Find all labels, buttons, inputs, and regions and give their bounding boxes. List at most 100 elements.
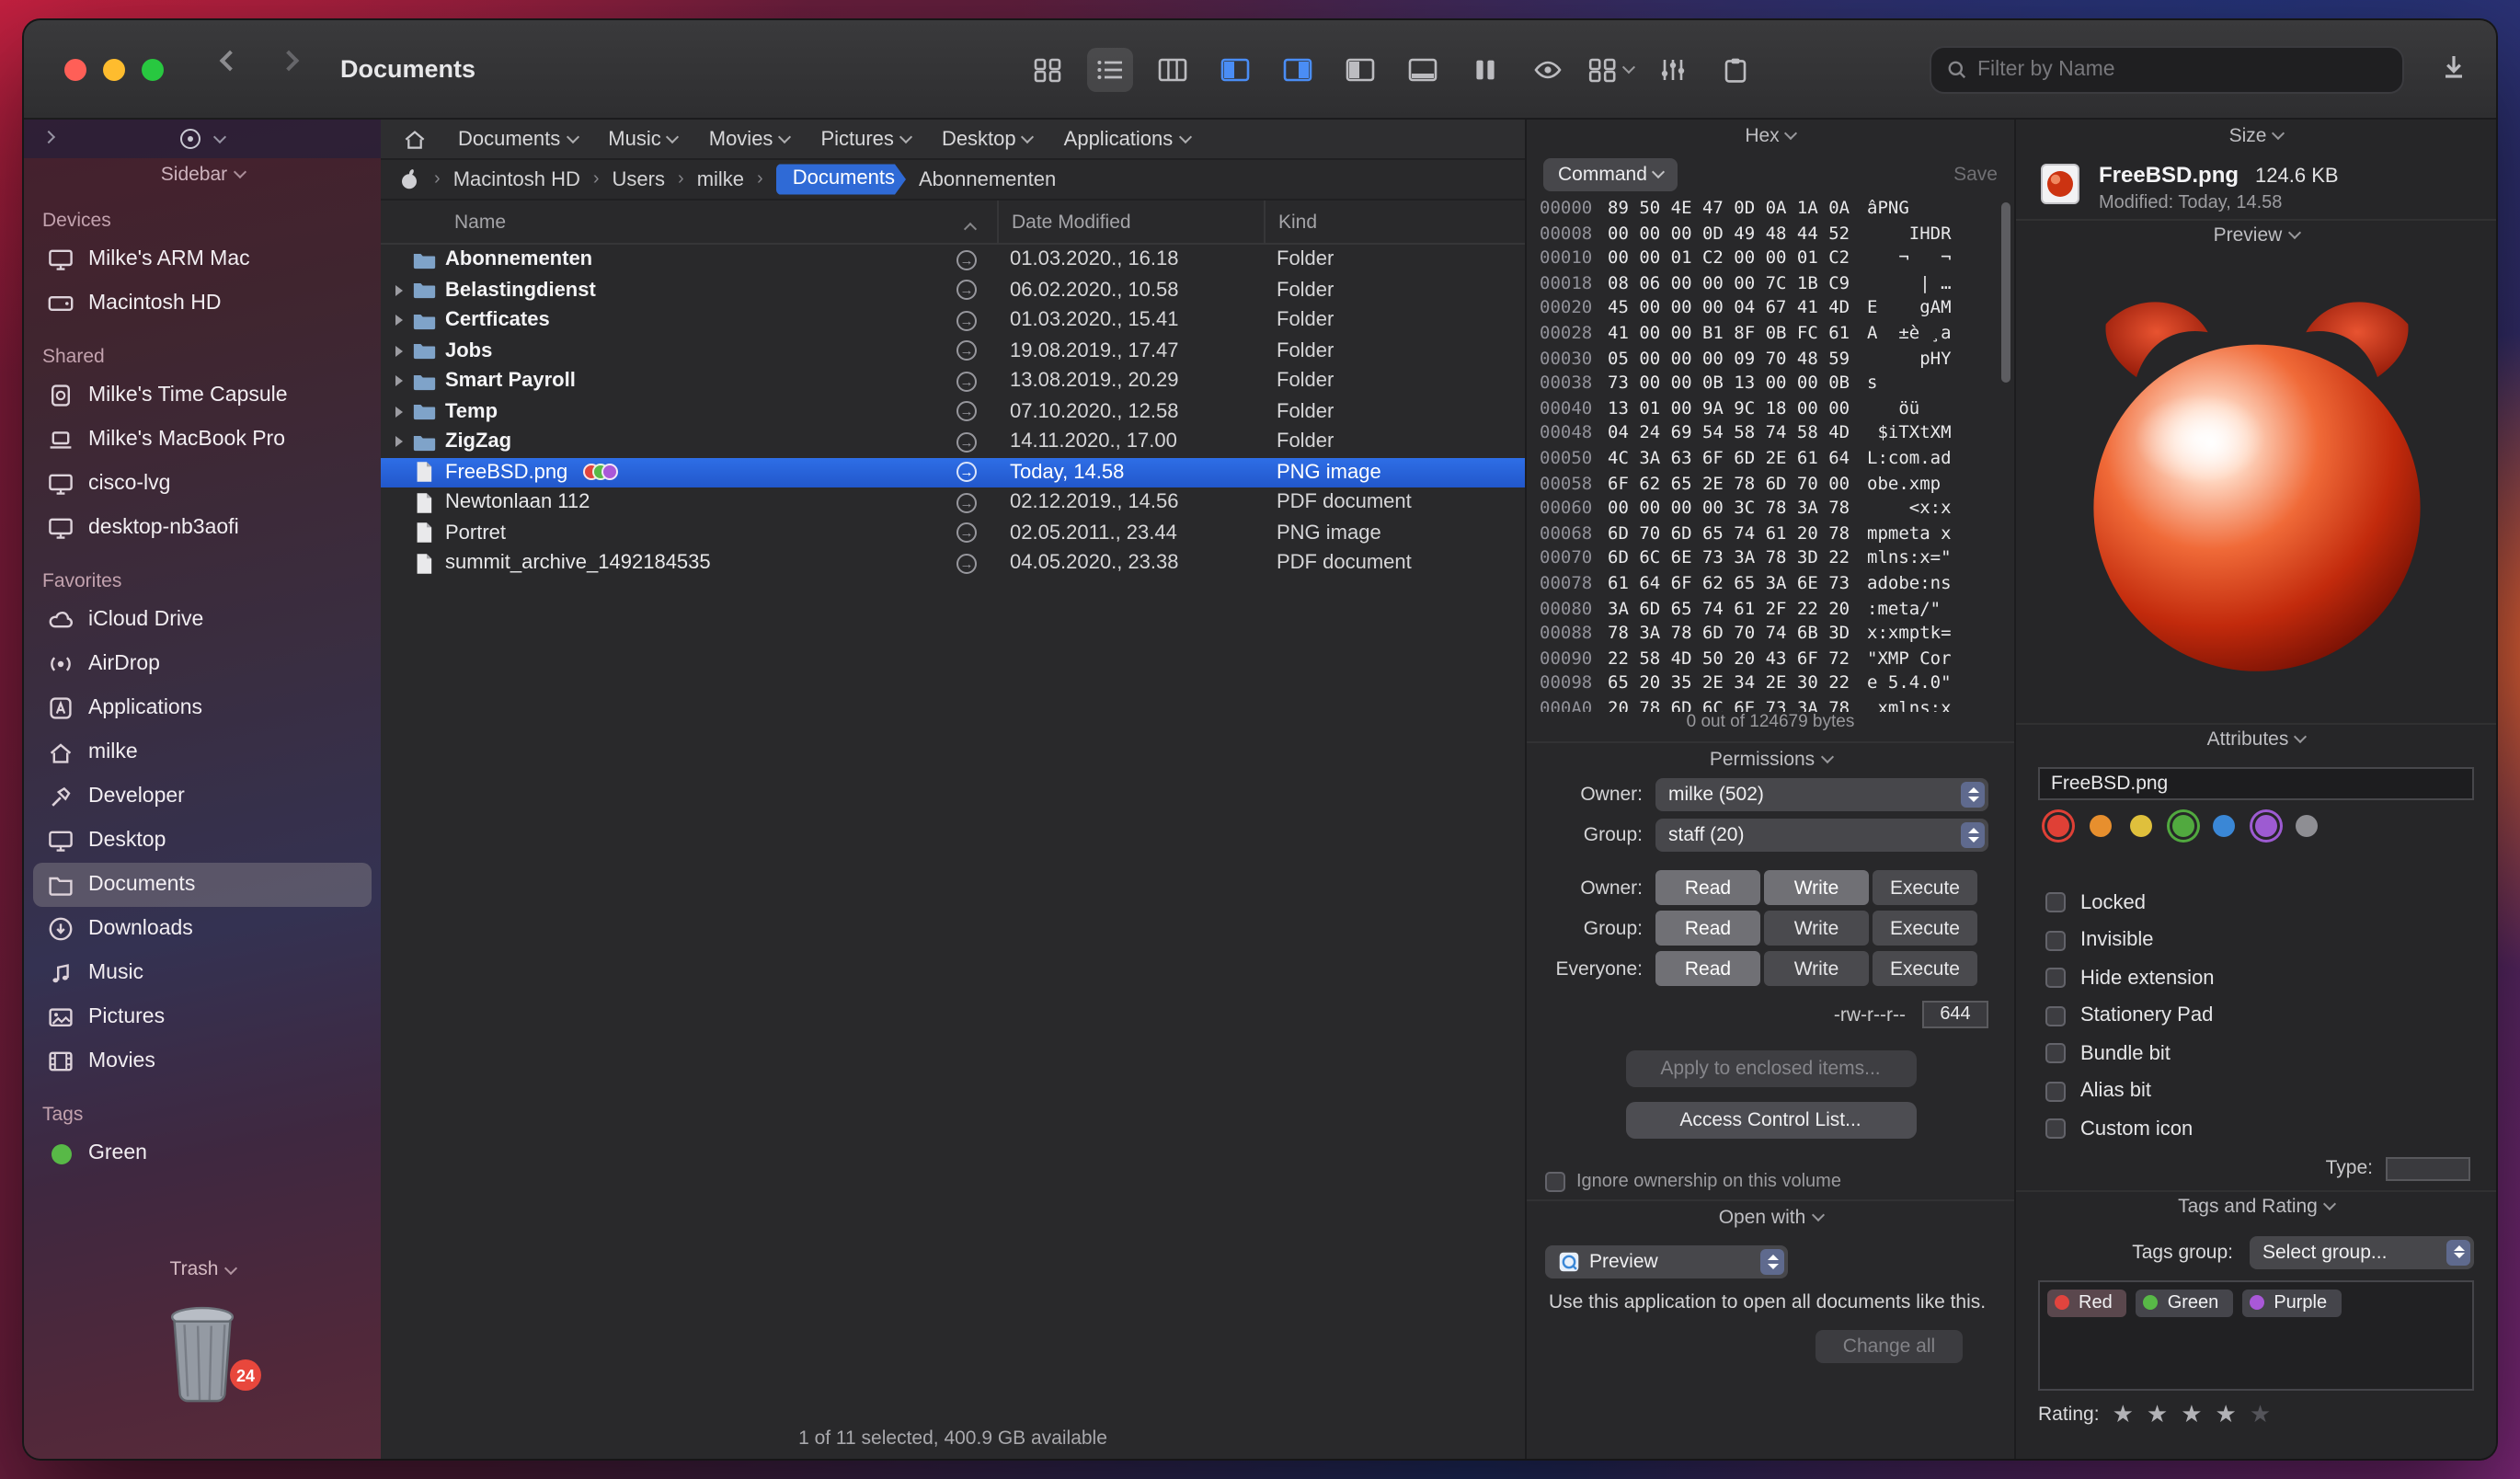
reveal-arrow-icon[interactable]: → [956, 402, 977, 422]
sidebar-item-movies[interactable]: Movies [33, 1039, 372, 1083]
ignore-ownership-checkbox[interactable] [1545, 1172, 1565, 1192]
file-row-portret[interactable]: Portret→ 02.05.2011., 23.44 PNG image [381, 518, 1525, 548]
everyone-read-toggle[interactable]: Read [1655, 951, 1760, 986]
sidebar-item-developer[interactable]: Developer [33, 774, 372, 819]
reveal-arrow-icon[interactable]: → [956, 463, 977, 483]
shortcut-music[interactable]: Music [608, 128, 677, 150]
access-control-list-button[interactable]: Access Control List... [1625, 1102, 1916, 1139]
sidebar-item-airdrop[interactable]: AirDrop [33, 642, 372, 686]
titlebar[interactable]: Documents [24, 20, 2496, 120]
minimize-window-button[interactable] [103, 59, 125, 81]
hex-section-header[interactable]: Hex [1527, 120, 2014, 153]
owner-select[interactable]: milke (502) [1655, 778, 1988, 811]
trash-drop-target[interactable]: 24 [162, 1302, 243, 1405]
green-label-dot[interactable] [2171, 814, 2194, 836]
bundle-bit-checkbox[interactable] [2045, 1043, 2066, 1063]
apple-icon[interactable] [397, 167, 421, 191]
list-view-button[interactable] [1087, 48, 1133, 92]
file-row-summit-archive[interactable]: summit_archive_1492184535→ 04.05.2020., … [381, 548, 1525, 579]
hex-command-dropdown[interactable]: Command [1543, 158, 1678, 191]
file-name-field[interactable] [2038, 766, 2474, 799]
custom-icon-checkbox[interactable] [2045, 1118, 2066, 1139]
sidebar-item-cisco-lvg[interactable]: cisco-lvg [33, 462, 372, 506]
sidebar-item-macintosh-hd[interactable]: Macintosh HD [33, 281, 372, 326]
owner-read-toggle[interactable]: Read [1655, 870, 1760, 905]
hex-scrollbar[interactable] [2001, 202, 2010, 383]
reveal-arrow-icon[interactable]: → [956, 311, 977, 331]
sidebar-item-desktop-nb3aofi[interactable]: desktop-nb3aofi [33, 506, 372, 550]
reveal-arrow-icon[interactable]: → [956, 554, 977, 574]
group-read-toggle[interactable]: Read [1655, 911, 1760, 946]
search-input[interactable] [1977, 59, 2388, 81]
hex-dump[interactable]: 0000089 50 4E 47 0D 0A 1A 0AâPNG 0000800… [1527, 197, 2014, 712]
sidebar-item-arm-mac[interactable]: Milke's ARM Mac [33, 237, 372, 281]
disclosure-triangle-icon[interactable] [395, 285, 403, 296]
everyone-write-toggle[interactable]: Write [1764, 951, 1869, 986]
yellow-label-dot[interactable] [2130, 814, 2152, 836]
breadcrumb-users[interactable]: Users [613, 168, 665, 190]
close-window-button[interactable] [64, 59, 86, 81]
shortcut-pictures[interactable]: Pictures [820, 128, 911, 150]
tag-pill-purple[interactable]: Purple [2242, 1289, 2342, 1316]
tag-pill-green[interactable]: Green [2136, 1289, 2234, 1316]
reveal-arrow-icon[interactable]: → [956, 250, 977, 270]
attributes-section-header[interactable]: Attributes [2016, 722, 2496, 755]
group-execute-toggle[interactable]: Execute [1873, 911, 1977, 946]
open-with-app-select[interactable]: Preview [1545, 1245, 1788, 1278]
reveal-arrow-icon[interactable]: → [956, 523, 977, 544]
trash-header[interactable]: Trash [170, 1258, 235, 1280]
file-row-belastingdienst[interactable]: Belastingdienst→ 06.02.2020., 10.58 Fold… [381, 275, 1525, 305]
star-icon[interactable]: ★ [2113, 1403, 2134, 1425]
split-view-left-button[interactable] [1212, 48, 1258, 92]
split-view-right-button[interactable] [1275, 48, 1321, 92]
download-button[interactable] [2441, 53, 2467, 88]
size-section-header[interactable]: Size [2016, 120, 2496, 153]
forward-button[interactable] [279, 51, 300, 72]
red-label-dot[interactable] [2047, 814, 2069, 836]
mode-octal-field[interactable]: 644 [1922, 1001, 1988, 1028]
breadcrumb-milke[interactable]: milke [697, 168, 744, 190]
breadcrumb-documents-selected[interactable]: Documents [776, 165, 906, 195]
owner-write-toggle[interactable]: Write [1764, 870, 1869, 905]
dual-pane-button[interactable] [1462, 48, 1508, 92]
sidebar-item-tag-green[interactable]: Green [33, 1131, 372, 1175]
back-button[interactable] [220, 51, 241, 72]
file-row-newtonlaan-112[interactable]: Newtonlaan 112→ 02.12.2019., 14.56 PDF d… [381, 487, 1525, 518]
column-header-name[interactable]: Name [381, 211, 997, 233]
sidebar-item-music[interactable]: Music [33, 951, 372, 995]
file-row-freebsd-png[interactable]: FreeBSD.png→ Today, 14.58 PNG image [381, 457, 1525, 487]
clipboard-button[interactable] [1712, 48, 1758, 92]
sidebar-item-documents[interactable]: Documents [33, 863, 372, 907]
reveal-arrow-icon[interactable]: → [956, 372, 977, 392]
file-row-zigzag[interactable]: ZigZag→ 14.11.2020., 17.00 Folder [381, 427, 1525, 457]
group-write-toggle[interactable]: Write [1764, 911, 1869, 946]
preview-section-header[interactable]: Preview [2016, 218, 2496, 251]
filter-search-field[interactable] [1930, 46, 2404, 94]
sidebar-item-pictures[interactable]: Pictures [33, 995, 372, 1039]
reveal-arrow-icon[interactable]: → [956, 281, 977, 301]
tags-group-select[interactable]: Select group... [2250, 1235, 2474, 1268]
reveal-arrow-icon[interactable]: → [956, 341, 977, 361]
change-all-button[interactable]: Change all [1816, 1329, 1963, 1362]
open-with-section-header[interactable]: Open with [1527, 1199, 2014, 1232]
tag-pill-red[interactable]: Red [2047, 1289, 2127, 1316]
orange-label-dot[interactable] [2089, 814, 2111, 836]
tools-button[interactable] [1650, 48, 1696, 92]
file-row-smart-payroll[interactable]: Smart Payroll→ 13.08.2019., 20.29 Folder [381, 366, 1525, 396]
disclosure-triangle-icon[interactable] [395, 407, 403, 418]
column-header-date-modified[interactable]: Date Modified [997, 201, 1264, 243]
shortcut-movies[interactable]: Movies [709, 128, 790, 150]
star-icon[interactable]: ★ [2147, 1403, 2168, 1425]
icon-view-button[interactable] [1025, 48, 1071, 92]
alias-bit-checkbox[interactable] [2045, 1081, 2066, 1101]
stationery-pad-checkbox[interactable] [2045, 1005, 2066, 1026]
owner-execute-toggle[interactable]: Execute [1873, 870, 1977, 905]
apply-to-enclosed-button[interactable]: Apply to enclosed items... [1625, 1050, 1916, 1087]
view-options-button[interactable] [1587, 48, 1633, 92]
star-icon[interactable]: ★ [2181, 1403, 2202, 1425]
file-row-certficates[interactable]: Certficates→ 01.03.2020., 15.41 Folder [381, 305, 1525, 336]
home-shortcut-button[interactable] [403, 127, 427, 151]
device-selector-button[interactable] [24, 129, 381, 149]
star-icon[interactable]: ★ [2250, 1403, 2271, 1425]
sidebar-item-time-capsule[interactable]: Milke's Time Capsule [33, 373, 372, 418]
